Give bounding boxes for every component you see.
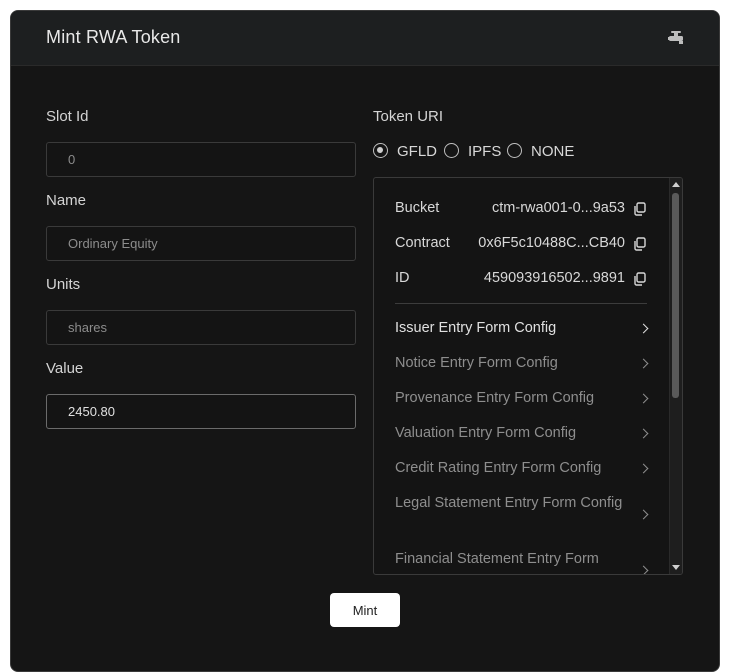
value-input[interactable]: 2450.80 xyxy=(46,394,356,429)
config-item-credit-rating[interactable]: Credit Rating Entry Form Config xyxy=(395,458,649,479)
chevron-right-icon xyxy=(638,565,649,574)
mint-button[interactable]: Mint xyxy=(330,593,400,627)
copy-icon[interactable] xyxy=(633,272,647,286)
scroll-up-arrow-icon[interactable] xyxy=(672,182,680,187)
scrollbar-thumb[interactable] xyxy=(672,193,679,398)
copy-icon[interactable] xyxy=(633,237,647,251)
bucket-row: Bucket ctm-rwa001-0...9a53 xyxy=(395,200,647,220)
slot-id-input[interactable]: 0 xyxy=(46,142,356,177)
chevron-right-icon xyxy=(638,393,649,404)
id-key: ID xyxy=(395,270,410,286)
faucet-icon[interactable] xyxy=(667,30,685,46)
chevron-right-icon xyxy=(638,509,649,520)
bucket-key: Bucket xyxy=(395,200,440,216)
units-input[interactable]: shares xyxy=(46,310,356,345)
contract-row: Contract 0x6F5c10488C...CB40 xyxy=(395,235,647,255)
scroll-down-arrow-icon[interactable] xyxy=(672,565,680,570)
copy-icon[interactable] xyxy=(633,202,647,216)
token-uri-label: Token URI xyxy=(373,108,444,125)
bucket-value: ctm-rwa001-0...9a53 xyxy=(492,200,625,216)
config-item-provenance[interactable]: Provenance Entry Form Config xyxy=(395,388,649,409)
chevron-right-icon xyxy=(638,323,649,334)
token-details-panel: Bucket ctm-rwa001-0...9a53 Contract 0x6F… xyxy=(373,177,683,575)
slot-id-label: Slot Id xyxy=(46,108,89,125)
card-header: Mint RWA Token xyxy=(11,11,719,66)
scrollbar[interactable] xyxy=(669,178,682,574)
config-item-notice[interactable]: Notice Entry Form Config xyxy=(395,353,649,374)
config-item-legal-statement[interactable]: Legal Statement Entry Form Config xyxy=(395,493,649,520)
name-label: Name xyxy=(46,192,87,209)
divider xyxy=(395,303,647,304)
chevron-right-icon xyxy=(638,428,649,439)
id-row: ID 459093916502...9891 xyxy=(395,270,647,290)
radio-unchecked-icon xyxy=(444,143,459,158)
config-item-financial-statement[interactable]: Financial Statement Entry Form xyxy=(395,549,649,574)
radio-unchecked-icon xyxy=(507,143,522,158)
mint-rwa-token-card: Mint RWA Token Slot Id 0 Name Ordinary E… xyxy=(10,10,720,672)
name-input[interactable]: Ordinary Equity xyxy=(46,226,356,261)
config-item-issuer[interactable]: Issuer Entry Form Config xyxy=(395,318,649,339)
units-label: Units xyxy=(46,276,81,293)
id-value: 459093916502...9891 xyxy=(483,270,625,286)
contract-value: 0x6F5c10488C...CB40 xyxy=(478,235,625,251)
contract-key: Contract xyxy=(395,235,450,251)
chevron-right-icon xyxy=(638,358,649,369)
value-label: Value xyxy=(46,360,84,377)
card-title: Mint RWA Token xyxy=(46,27,181,47)
config-item-valuation[interactable]: Valuation Entry Form Config xyxy=(395,423,649,444)
chevron-right-icon xyxy=(638,463,649,474)
radio-checked-icon xyxy=(373,143,388,158)
